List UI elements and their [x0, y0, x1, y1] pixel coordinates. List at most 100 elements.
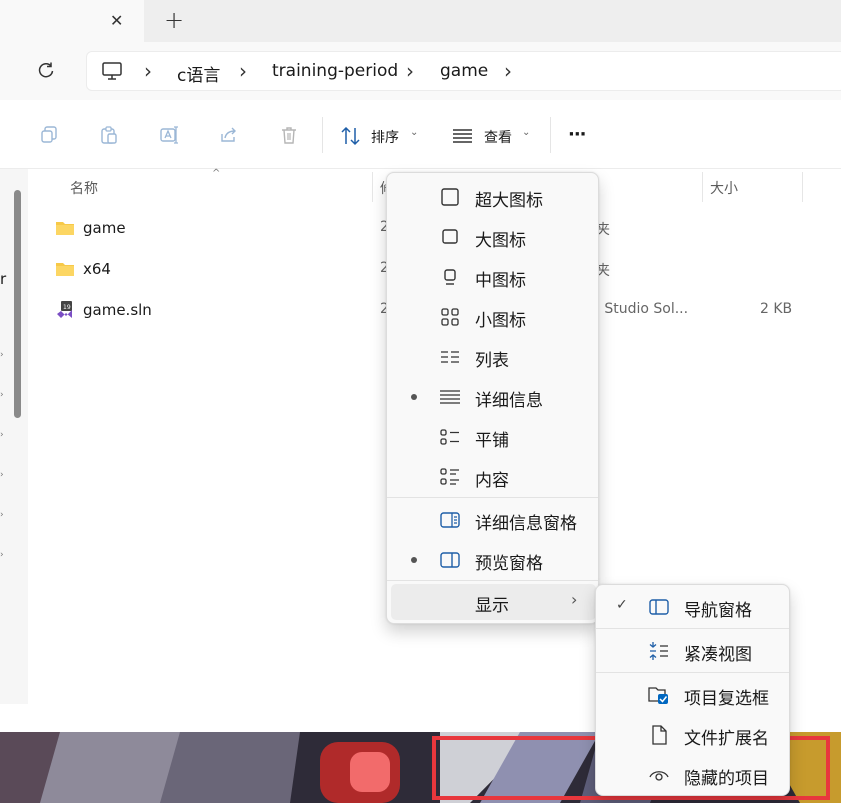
- view-icon: [453, 129, 472, 143]
- view-button[interactable]: 查看 ⌄: [452, 125, 542, 147]
- copy-icon[interactable]: [34, 120, 64, 150]
- menu-item-label: 紧凑视图: [684, 645, 752, 665]
- computer-icon[interactable]: [101, 60, 123, 82]
- column-divider[interactable]: [372, 172, 373, 202]
- menu-item-preview-pane[interactable]: 预览窗格: [387, 540, 598, 580]
- item-checkbox-icon: [648, 687, 668, 704]
- breadcrumb-item[interactable]: c语言: [177, 61, 220, 86]
- menu-item-label: 预览窗格: [475, 554, 543, 574]
- selected-indicator: [411, 394, 417, 400]
- menu-item-label: 大图标: [475, 231, 526, 251]
- visual-studio-solution-icon: 19: [57, 301, 72, 318]
- new-tab-button[interactable]: +: [164, 6, 184, 34]
- paste-icon[interactable]: [94, 120, 124, 150]
- menu-item-label: 详细信息窗格: [475, 514, 577, 534]
- small-icons-icon: [441, 308, 459, 326]
- file-row[interactable]: x64: [55, 253, 111, 285]
- compact-view-icon: [649, 642, 668, 660]
- extra-large-icons-icon: [441, 188, 459, 206]
- menu-item-details[interactable]: 详细信息: [387, 377, 598, 417]
- file-name: game.sln: [83, 301, 152, 319]
- check-icon: ✓: [616, 597, 628, 613]
- navigation-pane-text: r: [0, 270, 7, 288]
- menu-item-compact-view[interactable]: 紧凑视图: [596, 631, 789, 671]
- chevron-right-icon[interactable]: ›: [0, 510, 6, 520]
- view-menu: 超大图标 大图标 中图标 小图标 列表 详细信息 平铺 内容 详细信息窗格 预览…: [386, 172, 599, 624]
- breadcrumb-item[interactable]: training-period: [272, 61, 398, 81]
- file-name: x64: [83, 260, 111, 278]
- breadcrumb-separator[interactable]: ›: [239, 59, 247, 83]
- rename-icon[interactable]: [154, 120, 184, 150]
- tiles-icon: [440, 429, 459, 445]
- menu-item-tiles[interactable]: 平铺: [387, 417, 598, 457]
- menu-item-label: 显示: [475, 596, 509, 616]
- menu-item-details-pane[interactable]: 详细信息窗格: [387, 500, 598, 540]
- column-divider[interactable]: [702, 172, 703, 202]
- menu-item-label: 导航窗格: [684, 601, 752, 621]
- view-label: 查看: [484, 130, 512, 146]
- menu-item-small-icons[interactable]: 小图标: [387, 297, 598, 337]
- menu-item-extra-large-icons[interactable]: 超大图标: [387, 177, 598, 217]
- navigation-pane-icon: [649, 599, 669, 615]
- sort-label: 排序: [371, 130, 399, 146]
- chevron-right-icon: ›: [571, 590, 578, 609]
- sort-button[interactable]: 排序 ⌄: [340, 125, 430, 147]
- chevron-right-icon[interactable]: ›: [0, 550, 6, 560]
- details-icon: [440, 390, 460, 404]
- menu-item-label: 内容: [475, 471, 509, 491]
- column-header-name[interactable]: 名称: [70, 178, 98, 198]
- chevron-right-icon[interactable]: ›: [0, 430, 6, 440]
- toolbar-divider: [322, 117, 323, 153]
- menu-separator: [387, 580, 598, 581]
- menu-item-file-extensions[interactable]: 文件扩展名: [596, 715, 789, 755]
- list-icon: [441, 351, 459, 363]
- file-row[interactable]: game: [55, 212, 126, 244]
- menu-item-label: 平铺: [475, 431, 509, 451]
- file-row[interactable]: 19 game.sln: [55, 294, 152, 326]
- selected-indicator: [411, 557, 417, 563]
- menu-item-label: 详细信息: [475, 391, 543, 411]
- content-icon: [440, 468, 459, 485]
- toolbar-divider: [550, 117, 551, 153]
- navigation-scrollbar[interactable]: [14, 190, 21, 418]
- breadcrumb-separator[interactable]: ›: [504, 59, 512, 83]
- chevron-right-icon[interactable]: ›: [0, 390, 6, 400]
- breadcrumb-separator[interactable]: ›: [406, 59, 414, 83]
- menu-item-label: 超大图标: [475, 191, 543, 211]
- chevron-down-icon: ⌄: [410, 127, 419, 138]
- menu-item-label: 列表: [475, 351, 509, 371]
- file-type: l Studio Sol...: [596, 301, 689, 317]
- menu-item-label: 项目复选框: [684, 689, 769, 709]
- file-size: 2 KB: [760, 301, 793, 317]
- chevron-right-icon[interactable]: ›: [0, 350, 6, 360]
- menu-item-large-icons[interactable]: 大图标: [387, 217, 598, 257]
- menu-separator: [596, 672, 789, 673]
- chevron-down-icon: ⌄: [522, 127, 531, 138]
- folder-icon: [56, 263, 74, 276]
- sort-icon: [341, 126, 360, 146]
- column-divider[interactable]: [802, 172, 803, 202]
- menu-item-show[interactable]: 显示 ›: [391, 584, 596, 620]
- folder-icon: [56, 222, 74, 235]
- menu-item-content[interactable]: 内容: [387, 457, 598, 497]
- refresh-icon[interactable]: [36, 61, 56, 81]
- more-options-button[interactable]: ···: [568, 124, 586, 145]
- menu-item-label: 小图标: [475, 311, 526, 331]
- column-header-size[interactable]: 大小: [710, 178, 738, 198]
- share-icon[interactable]: [214, 120, 244, 150]
- breadcrumb-separator[interactable]: ›: [144, 59, 152, 83]
- menu-item-navigation-pane[interactable]: ✓ 导航窗格: [596, 587, 789, 627]
- chevron-right-icon[interactable]: ›: [0, 470, 6, 480]
- file-name: game: [83, 219, 126, 237]
- sort-indicator-icon: ^: [212, 168, 221, 179]
- menu-item-list[interactable]: 列表: [387, 337, 598, 377]
- menu-item-item-checkboxes[interactable]: 项目复选框: [596, 675, 789, 715]
- menu-item-medium-icons[interactable]: 中图标: [387, 257, 598, 297]
- breadcrumb-item[interactable]: game: [440, 61, 488, 81]
- close-tab-icon[interactable]: ✕: [110, 11, 123, 30]
- menu-item-label: 文件扩展名: [684, 729, 769, 749]
- delete-icon[interactable]: [274, 120, 304, 150]
- menu-item-hidden-items[interactable]: 隐藏的项目: [596, 755, 789, 795]
- file-extension-icon: [652, 725, 667, 745]
- hidden-items-icon: [649, 771, 669, 781]
